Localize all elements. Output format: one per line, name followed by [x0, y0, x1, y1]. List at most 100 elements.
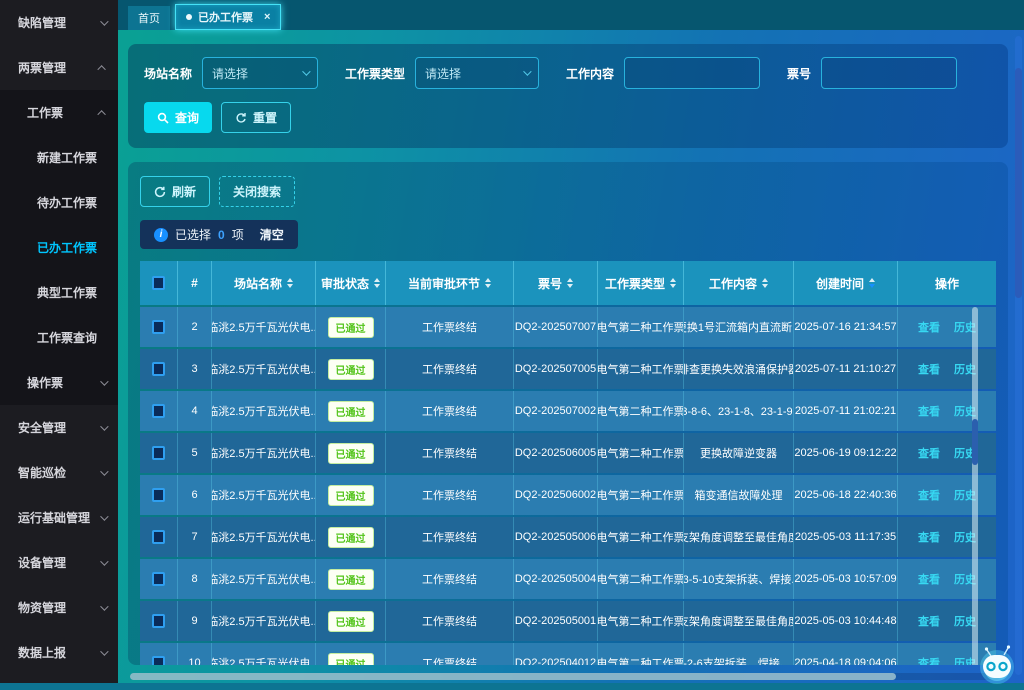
view-link[interactable]: 查看 — [918, 361, 940, 377]
row-checkbox[interactable] — [152, 656, 165, 665]
cell-created: 2025-07-11 21:02:21 — [794, 391, 898, 431]
cell-station: 临洮2.5万千瓦光伏电... — [212, 559, 316, 599]
row-checkbox[interactable] — [152, 614, 165, 628]
clear-selection-button[interactable]: 清空 — [260, 226, 284, 243]
sidebar-item[interactable]: 两票管理 — [0, 45, 118, 90]
cell-index: 2 — [178, 307, 212, 347]
column-header-station[interactable]: 场站名称 — [212, 261, 316, 305]
assistant-robot-icon[interactable] — [974, 641, 1020, 685]
table-vertical-scrollbar-thumb[interactable] — [972, 419, 978, 465]
cell-content: 排查更换失效浪涌保护器 — [684, 349, 794, 389]
reset-button[interactable]: 重置 — [221, 102, 291, 133]
select-all-checkbox[interactable] — [152, 276, 165, 290]
cell-text: 临洮2.5万千瓦光伏电... — [212, 403, 316, 419]
cell-content: 4-2-6支架拆装、焊接、... — [684, 643, 794, 665]
cell-text: 电气第二种工作票 — [598, 487, 684, 503]
sidebar-item[interactable]: 典型工作票 — [0, 270, 118, 315]
sidebar-item-label: 两票管理 — [18, 59, 66, 76]
column-header-content[interactable]: 工作内容 — [684, 261, 794, 305]
sidebar-item[interactable]: 数据上报 — [0, 630, 118, 675]
filter-input[interactable] — [624, 57, 760, 89]
sidebar-item[interactable]: 智能巡检 — [0, 450, 118, 495]
sort-icon[interactable] — [567, 278, 573, 288]
view-link[interactable]: 查看 — [918, 487, 940, 503]
cell-text: 电气第二种工作票 — [598, 529, 684, 545]
row-checkbox[interactable] — [152, 446, 165, 460]
column-header-type[interactable]: 工作票类型 — [598, 261, 684, 305]
sidebar-item[interactable]: 运行基础管理 — [0, 495, 118, 540]
search-button-label: 查询 — [175, 109, 199, 126]
sidebar-item-label: 智能巡检 — [18, 464, 66, 481]
view-link[interactable]: 查看 — [918, 613, 940, 629]
caret-down-icon — [374, 284, 380, 288]
refresh-button[interactable]: 刷新 — [140, 176, 210, 207]
sidebar-item[interactable]: 操作票 — [0, 360, 118, 405]
select-placeholder: 请选择 — [425, 65, 461, 82]
column-header-actions: 操作 — [898, 261, 996, 305]
filter-select[interactable]: 请选择 — [415, 57, 539, 89]
page-scrollbar[interactable] — [1015, 36, 1022, 675]
row-checkbox[interactable] — [152, 488, 165, 502]
close-tab-icon[interactable]: × — [264, 11, 270, 23]
cell-type: 电气第二种工作票 — [598, 475, 684, 515]
view-link[interactable]: 查看 — [918, 655, 940, 665]
caret-up-icon — [374, 278, 380, 282]
table-vertical-scrollbar[interactable] — [972, 307, 978, 665]
sort-icon[interactable] — [869, 278, 875, 288]
cell-checkbox — [140, 559, 178, 599]
row-checkbox[interactable] — [152, 530, 165, 544]
cell-station: 临洮2.5万千瓦光伏电... — [212, 517, 316, 557]
horizontal-scrollbar[interactable] — [130, 673, 1000, 680]
table-row: 7临洮2.5万千瓦光伏电...已通过工作票终结DQ2-202505006电气第二… — [140, 517, 996, 557]
cell-station: 临洮2.5万千瓦光伏电... — [212, 433, 316, 473]
sidebar-item-label: 缺陷管理 — [18, 14, 66, 31]
page-scrollbar-thumb[interactable] — [1015, 68, 1022, 298]
cell-text: 2025-04-18 09:04:06 — [794, 657, 896, 665]
chevron-down-icon — [100, 377, 108, 385]
cell-text: DQ2-202507007 — [515, 321, 596, 333]
view-link[interactable]: 查看 — [918, 529, 940, 545]
cell-text: 5 — [191, 447, 197, 459]
view-link[interactable]: 查看 — [918, 571, 940, 587]
sidebar-item[interactable]: 物资管理 — [0, 585, 118, 630]
cell-text: DQ2-202507002 — [515, 405, 596, 417]
column-header-status[interactable]: 审批状态 — [316, 261, 386, 305]
sort-icon[interactable] — [287, 278, 293, 288]
view-link[interactable]: 查看 — [918, 445, 940, 461]
cell-step: 工作票终结 — [386, 391, 514, 431]
filter-select[interactable]: 请选择 — [202, 57, 318, 89]
sidebar-item[interactable]: 工作票 — [0, 90, 118, 135]
chevron-down-icon — [100, 512, 108, 520]
sidebar-item[interactable]: 已办工作票 — [0, 225, 118, 270]
column-header-created[interactable]: 创建时间 — [794, 261, 898, 305]
sidebar-item[interactable]: 工作票查询 — [0, 315, 118, 360]
sort-icon[interactable] — [374, 278, 380, 288]
sort-icon[interactable] — [670, 278, 676, 288]
close-search-button[interactable]: 关闭搜索 — [219, 176, 295, 207]
tab-active[interactable]: 已办工作票× — [175, 4, 281, 30]
filter-buttons: 查询 重置 — [144, 102, 992, 133]
sort-icon[interactable] — [762, 278, 768, 288]
view-link[interactable]: 查看 — [918, 403, 940, 419]
sidebar-item[interactable]: 待办工作票 — [0, 180, 118, 225]
view-link[interactable]: 查看 — [918, 319, 940, 335]
filter-input[interactable] — [821, 57, 957, 89]
cell-text: 电气第二种工作票 — [598, 361, 684, 377]
tab-item[interactable]: 首页 — [128, 6, 170, 30]
status-badge: 已通过 — [328, 569, 374, 590]
row-actions: 查看历史 — [918, 487, 976, 503]
row-checkbox[interactable] — [152, 362, 165, 376]
row-checkbox[interactable] — [152, 572, 165, 586]
horizontal-scrollbar-thumb[interactable] — [130, 673, 896, 680]
sidebar-item[interactable]: 新建工作票 — [0, 135, 118, 180]
table-row: 8临洮2.5万千瓦光伏电...已通过工作票终结DQ2-202505004电气第二… — [140, 559, 996, 599]
search-button[interactable]: 查询 — [144, 102, 212, 133]
row-checkbox[interactable] — [152, 404, 165, 418]
row-checkbox[interactable] — [152, 320, 165, 334]
sidebar-item[interactable]: 设备管理 — [0, 540, 118, 585]
column-header-step[interactable]: 当前审批环节 — [386, 261, 514, 305]
sort-icon[interactable] — [485, 278, 491, 288]
column-header-ticket_no[interactable]: 票号 — [514, 261, 598, 305]
sidebar-item[interactable]: 安全管理 — [0, 405, 118, 450]
sidebar-item[interactable]: 缺陷管理 — [0, 0, 118, 45]
